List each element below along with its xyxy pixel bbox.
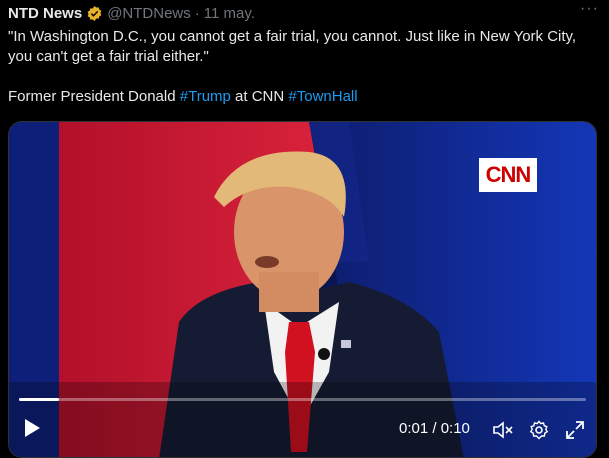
settings-icon[interactable] <box>529 420 549 440</box>
fullscreen-icon[interactable] <box>565 420 585 440</box>
video-player[interactable]: CNN 0:01 / 0:10 <box>8 121 597 458</box>
video-time: 0:01 / 0:10 <box>399 420 470 437</box>
caption-text: Former President Donald #Trump at CNN #T… <box>8 87 598 107</box>
hashtag-townhall[interactable]: #TownHall <box>288 88 357 105</box>
tweet-text: "In Washington D.C., you cannot get a fa… <box>8 27 598 107</box>
mute-icon[interactable] <box>492 420 514 440</box>
author-handle[interactable]: @NTDNews <box>107 5 191 22</box>
quote-text: "In Washington D.C., you cannot get a fa… <box>8 28 577 65</box>
caption-middle: at CNN <box>230 88 289 105</box>
tweet-header: NTD News @NTDNews · 11 may. <box>8 3 601 23</box>
progress-bar[interactable] <box>19 398 586 401</box>
tweet-date[interactable]: 11 may. <box>204 5 255 22</box>
more-icon[interactable]: ··· <box>580 0 599 18</box>
verified-badge-icon <box>86 5 103 22</box>
cnn-logo: CNN <box>479 158 537 192</box>
hashtag-trump[interactable]: #Trump <box>180 88 231 105</box>
cnn-logo-text: CNN <box>485 162 532 187</box>
author-name[interactable]: NTD News <box>8 5 82 22</box>
separator-dot: · <box>194 4 200 22</box>
play-icon[interactable] <box>23 418 41 438</box>
caption-prefix: Former President Donald <box>8 88 180 105</box>
progress-fill <box>19 398 59 401</box>
